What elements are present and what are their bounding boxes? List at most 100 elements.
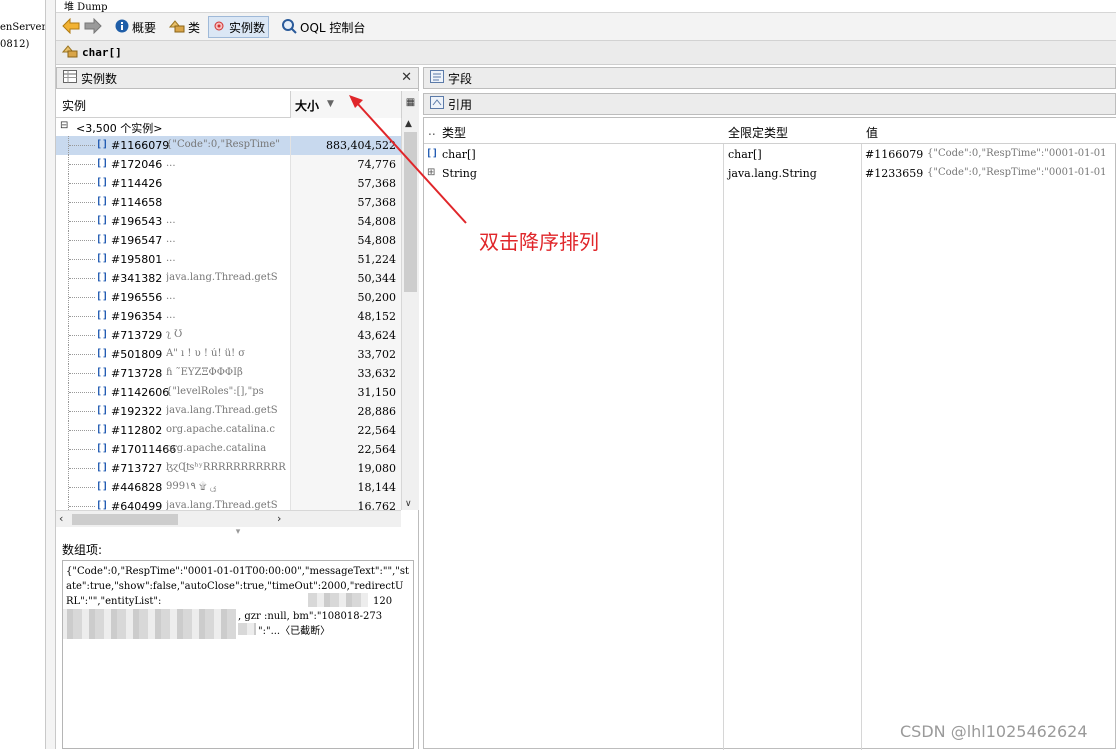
array-icon: []: [96, 367, 109, 378]
tab-heap-dump[interactable]: 堆 Dump: [56, 0, 1116, 13]
table-row[interactable]: [] #114658 57,368: [56, 193, 401, 212]
table-row[interactable]: [] #1142606 {"levelRoles":[],"ps 31,150: [56, 383, 401, 402]
forward-arrow-icon: [84, 17, 102, 37]
fields-panel-header[interactable]: 字段: [423, 67, 1116, 89]
instance-id: #196547: [111, 234, 163, 247]
instance-preview: java.lang.Thread.getS: [166, 405, 278, 416]
oql-console-button[interactable]: OQL 控制台: [278, 16, 368, 38]
column-type[interactable]: 类型: [442, 124, 466, 141]
table-row[interactable]: [] #446828 999ي ۩ ١٩ 18,144: [56, 478, 401, 497]
column-size[interactable]: 大小 ▼: [290, 91, 401, 118]
tree-guide: [69, 373, 95, 374]
instance-cell: [] #112802 org.apache.catalina.c: [56, 421, 290, 440]
sort-descending-icon: ▼: [327, 99, 334, 109]
instance-cell: [] #114658: [56, 193, 290, 212]
size-cell: 74,776: [290, 155, 401, 174]
table-row[interactable]: [] #341382 java.lang.Thread.getS 50,344: [56, 269, 401, 288]
instance-size: 883,404,522: [326, 139, 396, 152]
table-row[interactable]: [] #195801... 51,224: [56, 250, 401, 269]
instance-id: #192322: [111, 405, 163, 418]
scroll-up-icon[interactable]: ▲: [405, 119, 412, 129]
table-row[interactable]: ⊞ String java.lang.String #1233659 {"Cod…: [424, 164, 1116, 183]
ref-value: {"Code":0,"RespTime":"0001-01-01: [927, 148, 1107, 159]
instances-panel-header: 实例数 ✕: [56, 67, 419, 89]
array-icon: []: [96, 443, 109, 454]
close-icon[interactable]: ✕: [401, 70, 412, 85]
instance-id: #713729: [111, 329, 163, 342]
scroll-left-icon[interactable]: ‹: [59, 512, 63, 525]
ref-value: {"Code":0,"RespTime":"0001-01-01: [927, 167, 1107, 178]
instance-id: #501809: [111, 348, 163, 361]
table-row[interactable]: [] #713727 ɮɀɊʦʰʸRRRRRRRRRRR 19,080: [56, 459, 401, 478]
horizontal-scroll-thumb[interactable]: [72, 514, 178, 525]
table-row[interactable]: [] #196547... 54,808: [56, 231, 401, 250]
table-row[interactable]: [] #713728 ɦ ˜EYZΞΦΦΦĪβ 33,632: [56, 364, 401, 383]
instance-id: #640499: [111, 500, 163, 510]
instance-cell: [] #713727 ɮɀɊʦʰʸRRRRRRRRRRR: [56, 459, 290, 478]
horizontal-scrollbar[interactable]: ‹ ›: [56, 510, 401, 527]
table-row[interactable]: [] #172046... 74,776: [56, 155, 401, 174]
instance-size: 43,624: [357, 329, 397, 342]
summary-button[interactable]: 概要: [112, 16, 159, 38]
tree-root-node[interactable]: ⊟ <3,500 个实例>: [56, 118, 290, 136]
table-row[interactable]: [] #17011466 org.apache.catalina 22,564: [56, 440, 401, 459]
classes-button[interactable]: 类: [166, 16, 203, 38]
left-navigator-strip: enServer 0812): [0, 0, 46, 749]
column-chooser-icon[interactable]: ▦: [401, 91, 419, 118]
split-handle-icon[interactable]: ▾: [228, 527, 248, 537]
scroll-down-icon[interactable]: ∨: [405, 499, 412, 509]
table-row[interactable]: [] #114426 57,368: [56, 174, 401, 193]
back-button[interactable]: [59, 16, 83, 38]
table-row[interactable]: [] #713729 ʅ Ʊ 43,624: [56, 326, 401, 345]
instances-tree: ⊟ <3,500 个实例> [] #1166079 {"Code":0,"RespT…: [56, 118, 401, 510]
instance-preview: org.apache.catalina.c: [166, 424, 275, 435]
ref-type: String: [442, 167, 477, 180]
table-row[interactable]: [] #196543... 54,808: [56, 212, 401, 231]
references-panel-header[interactable]: 引用: [423, 93, 1116, 115]
instances-panel-title: 实例数: [81, 71, 118, 86]
array-icon: []: [96, 158, 109, 169]
table-row[interactable]: [] #196556... 50,200: [56, 288, 401, 307]
array-items-tail-1: 120: [373, 596, 393, 607]
table-row[interactable]: [] #192322 java.lang.Thread.getS 28,886: [56, 402, 401, 421]
table-row[interactable]: [] #1166079 {"Code":0,"RespTime" 883,404,52…: [56, 136, 401, 155]
tree-guide: [69, 145, 95, 146]
instance-id: #1142606: [111, 386, 170, 399]
scroll-right-icon[interactable]: ›: [277, 512, 281, 525]
instance-preview: {"levelRoles":[],"ps: [166, 386, 264, 397]
table-row[interactable]: [] #640499 java.lang.Thread.getS 16,762: [56, 497, 401, 510]
oql-label: OQL 控制台: [300, 20, 366, 35]
table-row[interactable]: [] #112802 org.apache.catalina.c 22,564: [56, 421, 401, 440]
vertical-scroll-thumb[interactable]: [404, 132, 417, 292]
instances-button[interactable]: 实例数: [208, 16, 270, 38]
tree-guide: [69, 411, 95, 412]
size-cell: 33,632: [290, 364, 401, 383]
instance-id: #114658: [111, 196, 163, 209]
instance-size: 31,150: [357, 386, 397, 399]
column-fq-type[interactable]: 全限定类型: [728, 124, 788, 141]
class-title: char[]: [82, 46, 122, 59]
instance-cell: [] #1166079 {"Code":0,"RespTime": [56, 136, 290, 155]
table-row[interactable]: [] #501809 Ā" ı ! υ ! ú! ü! σ 33,702: [56, 345, 401, 364]
forward-button[interactable]: [81, 16, 105, 38]
instance-cell: [] #172046...: [56, 155, 290, 174]
instance-id: #1166079: [111, 139, 170, 152]
tree-guide: [69, 335, 95, 336]
expand-icon[interactable]: ⊞: [427, 167, 435, 178]
collapse-icon[interactable]: ⊟: [60, 120, 68, 131]
instance-preview: {"Code":0,"RespTime": [166, 139, 280, 150]
ref-fq-type: java.lang.String: [728, 167, 817, 180]
column-value[interactable]: 值: [866, 124, 878, 141]
array-items-text[interactable]: {"Code":0,"RespTime":"0001-01-01T00:00:0…: [62, 560, 414, 749]
table-row[interactable]: [] char[] char[] #1166079 {"Code":0,"Res…: [424, 145, 1116, 164]
splitter[interactable]: [46, 0, 56, 749]
instance-cell: [] #446828 999ي ۩ ١٩: [56, 478, 290, 497]
vertical-scrollbar[interactable]: ▲ ∨: [401, 118, 419, 510]
column-instance[interactable]: 实例: [62, 97, 86, 114]
instance-size: 16,762: [357, 500, 397, 510]
instance-size: 50,344: [357, 272, 397, 285]
tree-guide: [69, 278, 95, 279]
array-icon: []: [96, 177, 109, 188]
table-row[interactable]: [] #196354... 48,152: [56, 307, 401, 326]
instance-size: 22,564: [357, 424, 397, 437]
